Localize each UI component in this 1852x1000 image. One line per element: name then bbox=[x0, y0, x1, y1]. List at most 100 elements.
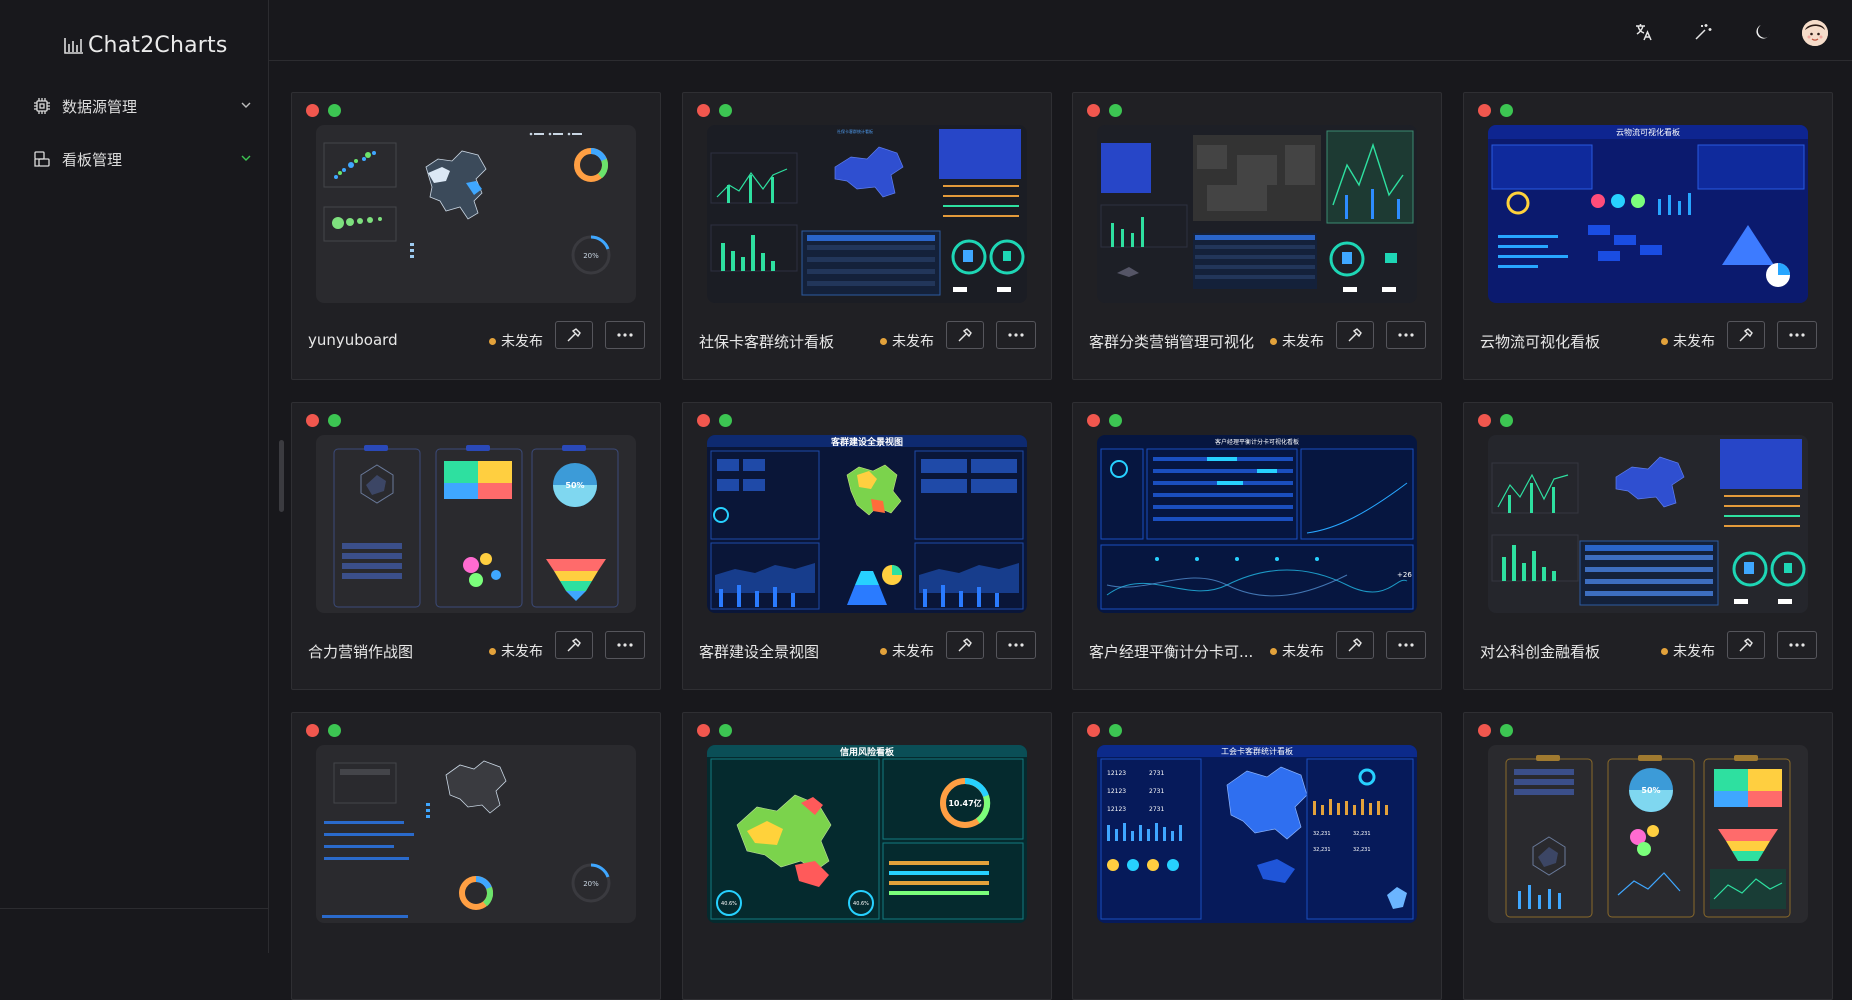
maximize-dot-icon bbox=[719, 724, 732, 737]
status-dot-icon bbox=[1270, 337, 1277, 345]
dashboard-thumbnail[interactable] bbox=[1097, 125, 1417, 303]
app-logo[interactable]: Chat2Charts bbox=[64, 30, 228, 60]
status-dot-icon bbox=[880, 647, 887, 655]
card-footer: 云物流可视化看板 未发布 bbox=[1464, 321, 1832, 361]
svg-text:32,231: 32,231 bbox=[1353, 847, 1371, 853]
edit-button[interactable] bbox=[1336, 321, 1374, 349]
card-footer bbox=[683, 941, 1051, 981]
edit-button[interactable] bbox=[946, 631, 984, 659]
close-dot-icon bbox=[1478, 414, 1491, 427]
card-footer: 对公科创金融看板 未发布 bbox=[1464, 631, 1832, 671]
status-dot-icon bbox=[1661, 337, 1668, 345]
card-footer: 客户经理平衡计分卡可... 未发布 bbox=[1073, 631, 1441, 671]
dashboard-card[interactable]: 20% bbox=[291, 712, 661, 1000]
edit-button[interactable] bbox=[1727, 631, 1765, 659]
close-dot-icon bbox=[306, 724, 319, 737]
card-title[interactable]: 对公科创金融看板 bbox=[1480, 641, 1600, 662]
svg-text:2731: 2731 bbox=[1149, 788, 1164, 795]
hammer-icon bbox=[1739, 328, 1753, 342]
dashboard-card[interactable]: 50% bbox=[1463, 712, 1833, 1000]
thumb-title: 工会卡客群统计看板 bbox=[1221, 746, 1293, 756]
translate-icon[interactable] bbox=[1630, 18, 1658, 46]
sidebar-item-dashboards[interactable]: 看板管理 bbox=[32, 144, 252, 174]
status-badge: 未发布 bbox=[1661, 641, 1715, 661]
avatar[interactable] bbox=[1802, 20, 1828, 46]
card-footer bbox=[1073, 941, 1441, 981]
more-icon bbox=[1398, 333, 1414, 337]
more-options-button[interactable] bbox=[1386, 631, 1426, 659]
card-title[interactable]: 社保卡客群统计看板 bbox=[699, 331, 834, 352]
status-label: 未发布 bbox=[1282, 644, 1324, 660]
dashboard-card[interactable]: 客群建设全景视图 客群建设全景视图 未发布 bbox=[682, 402, 1052, 690]
dashboard-card[interactable]: 工会卡客群统计看板 12123 2731 12123 2731 12123 2731 32… bbox=[1072, 712, 1442, 1000]
card-title[interactable]: 客户经理平衡计分卡可... bbox=[1089, 641, 1253, 662]
edit-button[interactable] bbox=[1336, 631, 1374, 659]
dashboard-thumbnail[interactable]: 社保卡客群统计看板 bbox=[707, 125, 1027, 303]
card-footer: 社保卡客群统计看板 未发布 bbox=[683, 321, 1051, 361]
dashboard-thumbnail[interactable]: 客户经理平衡计分卡可视化看板 +26 bbox=[1097, 435, 1417, 613]
maximize-dot-icon bbox=[1109, 104, 1122, 117]
close-dot-icon bbox=[1478, 104, 1491, 117]
dashboard-card[interactable]: 客户经理平衡计分卡可视化看板 +26 客户经理平衡计分卡可... 未发布 bbox=[1072, 402, 1442, 690]
dashboard-thumbnail[interactable]: 50% bbox=[316, 435, 636, 613]
dashboard-card[interactable]: 50% 合力营销作战图 未发布 bbox=[291, 402, 661, 690]
svg-text:+26: +26 bbox=[1397, 571, 1412, 579]
card-footer: 合力营销作战图 未发布 bbox=[292, 631, 660, 671]
status-label: 未发布 bbox=[501, 644, 543, 660]
more-options-button[interactable] bbox=[605, 321, 645, 349]
edit-button[interactable] bbox=[555, 631, 593, 659]
status-label: 未发布 bbox=[1673, 334, 1715, 350]
status-label: 未发布 bbox=[501, 334, 543, 350]
magic-wand-icon[interactable] bbox=[1689, 18, 1717, 46]
more-options-button[interactable] bbox=[996, 631, 1036, 659]
sidebar-scrollbar[interactable] bbox=[279, 440, 284, 512]
more-icon bbox=[1398, 643, 1414, 647]
status-badge: 未发布 bbox=[1661, 331, 1715, 351]
card-title[interactable]: 云物流可视化看板 bbox=[1480, 331, 1600, 352]
dashboard-thumbnail[interactable]: 20% bbox=[316, 745, 636, 923]
thumb-title: 客群建设全景视图 bbox=[830, 436, 903, 448]
dashboard-thumbnail[interactable]: 信用风险看板 40.6% 40.6% 10.47亿 bbox=[707, 745, 1027, 923]
status-label: 未发布 bbox=[1282, 334, 1324, 350]
more-options-button[interactable] bbox=[996, 321, 1036, 349]
dashboard-thumbnail[interactable] bbox=[1488, 435, 1808, 613]
hammer-icon bbox=[567, 638, 581, 652]
sidebar-item-datasource[interactable]: 数据源管理 bbox=[32, 91, 252, 121]
moon-icon[interactable] bbox=[1749, 18, 1777, 46]
thumb-title: 客户经理平衡计分卡可视化看板 bbox=[1215, 438, 1299, 446]
dashboard-card[interactable]: 社保卡客群统计看板 社保卡客群统计看板 未发布 bbox=[682, 92, 1052, 380]
dashboard-card[interactable]: 20% yunyuboard 未发布 bbox=[291, 92, 661, 380]
dashboard-thumbnail[interactable]: 50% bbox=[1488, 745, 1808, 923]
thumb-pct: 40.6% bbox=[721, 901, 737, 907]
more-options-button[interactable] bbox=[1777, 321, 1817, 349]
more-options-button[interactable] bbox=[605, 631, 645, 659]
edit-button[interactable] bbox=[946, 321, 984, 349]
dashboard-card[interactable]: 信用风险看板 40.6% 40.6% 10.47亿 bbox=[682, 712, 1052, 1000]
dashboard-card[interactable]: 云物流可视化看板 云物流可视化看板 未发布 bbox=[1463, 92, 1833, 380]
dashboard-thumbnail[interactable]: 工会卡客群统计看板 12123 2731 12123 2731 12123 2731 32… bbox=[1097, 745, 1417, 923]
dashboard-card[interactable]: 对公科创金融看板 未发布 bbox=[1463, 402, 1833, 690]
card-title[interactable]: yunyuboard bbox=[308, 331, 398, 349]
dashboard-thumbnail[interactable]: 客群建设全景视图 bbox=[707, 435, 1027, 613]
thumb-title: 云物流可视化看板 bbox=[1616, 127, 1680, 137]
hammer-icon bbox=[1739, 638, 1753, 652]
svg-text:32,231: 32,231 bbox=[1313, 847, 1331, 853]
close-dot-icon bbox=[697, 414, 710, 427]
thumb-value: 10.47亿 bbox=[948, 798, 981, 808]
dashboard-card[interactable]: 客群分类营销管理可视化 未发布 bbox=[1072, 92, 1442, 380]
card-title[interactable]: 客群分类营销管理可视化 bbox=[1089, 331, 1254, 352]
thumb-title: 社保卡客群统计看板 bbox=[837, 128, 873, 134]
card-title[interactable]: 合力营销作战图 bbox=[308, 641, 413, 662]
svg-text:32,231: 32,231 bbox=[1353, 831, 1371, 837]
status-label: 未发布 bbox=[892, 644, 934, 660]
thumb-pct: 20% bbox=[583, 252, 599, 260]
topbar bbox=[269, 0, 1852, 61]
more-options-button[interactable] bbox=[1777, 631, 1817, 659]
more-options-button[interactable] bbox=[1386, 321, 1426, 349]
dashboard-thumbnail[interactable]: 20% bbox=[316, 125, 636, 303]
dashboard-thumbnail[interactable]: 云物流可视化看板 bbox=[1488, 125, 1808, 303]
sidebar-item-label: 数据源管理 bbox=[62, 97, 138, 116]
card-title[interactable]: 客群建设全景视图 bbox=[699, 641, 819, 662]
edit-button[interactable] bbox=[555, 321, 593, 349]
edit-button[interactable] bbox=[1727, 321, 1765, 349]
